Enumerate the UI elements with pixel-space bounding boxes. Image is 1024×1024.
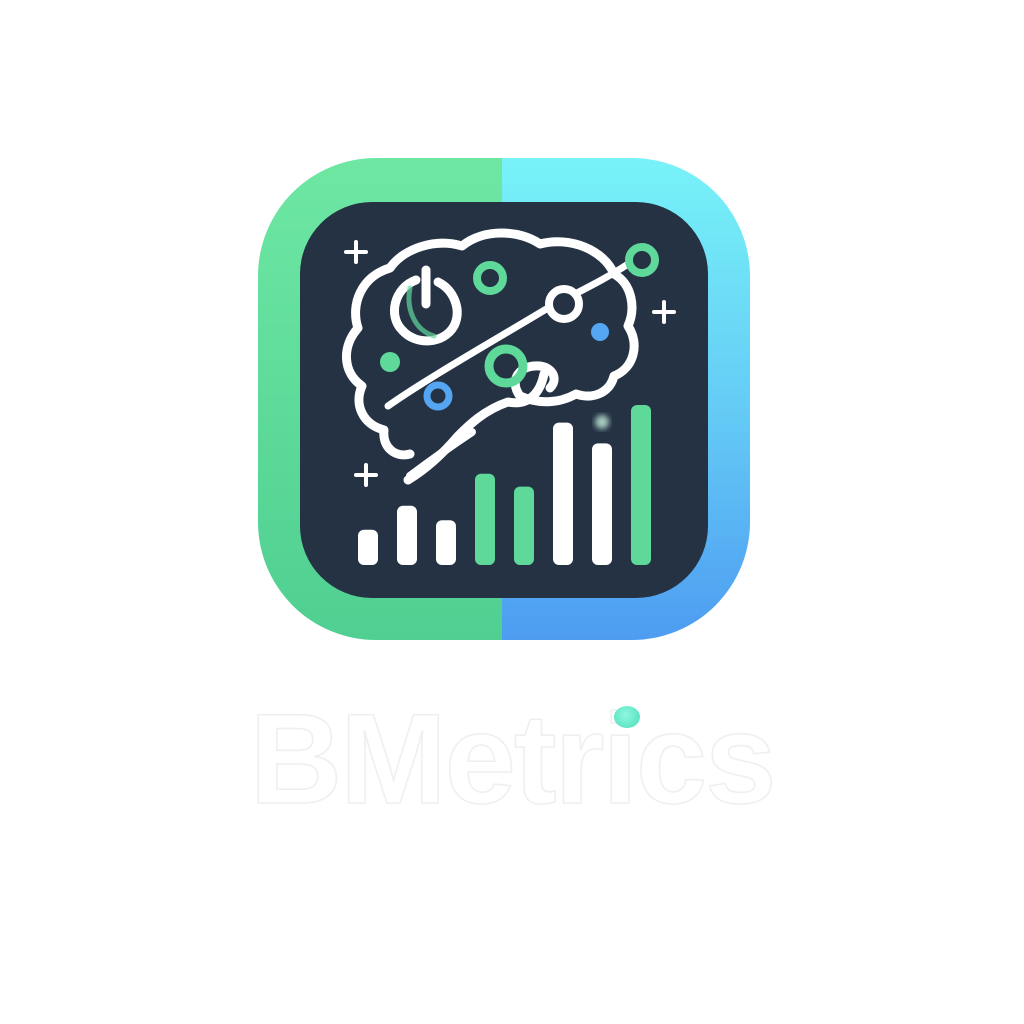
app-icon [258,158,750,640]
icon-bar [397,505,417,565]
icon-bar [631,405,651,565]
icon-bar [553,422,573,565]
accent-dot [614,706,640,728]
icon-bar [592,443,612,565]
icon-bar [514,486,534,565]
icon-bar [475,473,495,565]
icon-bar [436,520,456,565]
icon-bar [358,529,378,565]
logo-canvas: BMetrics [0,0,1024,1024]
brand-name: BMetrics [249,688,777,831]
